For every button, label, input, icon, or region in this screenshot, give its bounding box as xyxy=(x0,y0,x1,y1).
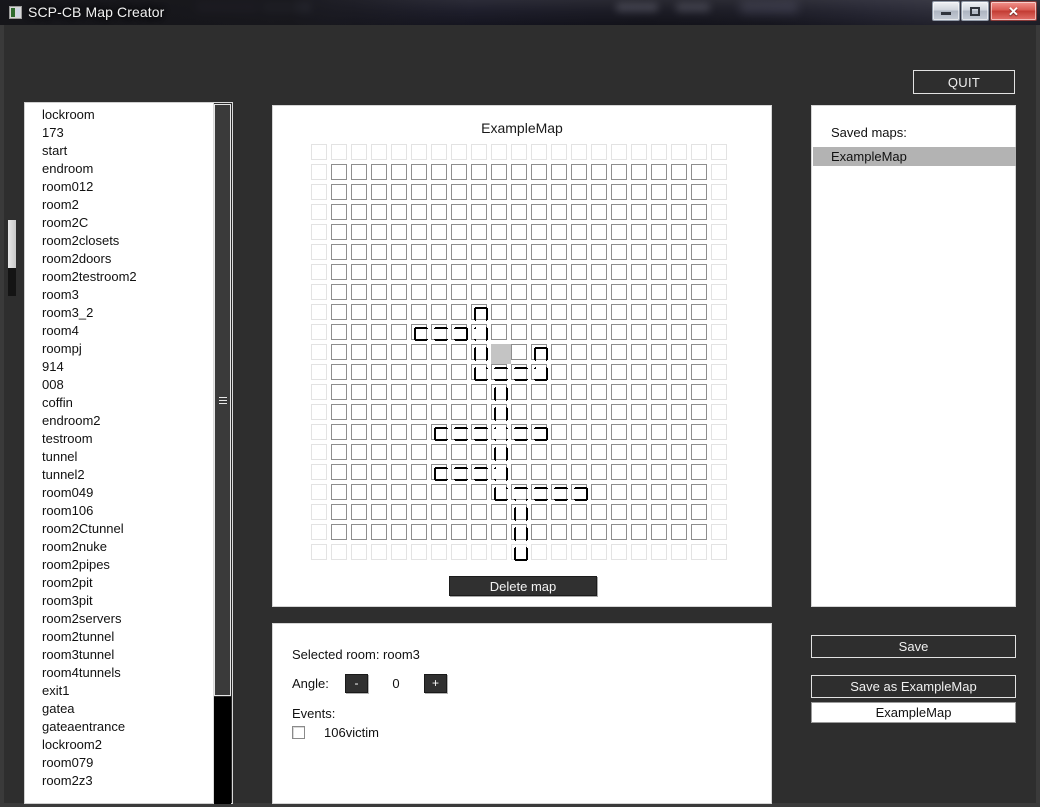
map-panel: ExampleMap Delete map xyxy=(272,105,772,607)
room-list-panel[interactable]: lockroom 173 start endroom room012 room2 room2… xyxy=(24,102,219,804)
window-controls: ✕ xyxy=(931,1,1037,21)
close-button[interactable]: ✕ xyxy=(990,1,1037,21)
window-title: SCP-CB Map Creator xyxy=(28,4,165,20)
room-list-item[interactable]: 914 xyxy=(25,358,218,376)
maximize-icon xyxy=(970,6,980,16)
room-list-item[interactable]: exit1 xyxy=(25,682,218,700)
room-list-item[interactable]: room4 xyxy=(25,322,218,340)
room-list-item[interactable]: room2Ctunnel xyxy=(25,520,218,538)
room-list-item[interactable]: room3 xyxy=(25,286,218,304)
room-list-item[interactable]: lockroom xyxy=(25,106,218,124)
room-list-item[interactable]: room2pit xyxy=(25,574,218,592)
room-list-item[interactable]: room049 xyxy=(25,484,218,502)
map-grid[interactable] xyxy=(311,144,731,564)
room-list-item[interactable]: room2 xyxy=(25,196,218,214)
window-client-area: QUIT lockroom 173 start endroom room012 room2… xyxy=(4,25,1036,804)
room-list-item[interactable]: start xyxy=(25,142,218,160)
room-list-item[interactable]: room3_2 xyxy=(25,304,218,322)
room-list-item[interactable]: room2C xyxy=(25,214,218,232)
save-as-button[interactable]: Save as ExampleMap xyxy=(811,675,1016,698)
window-title-bar[interactable]: SCP-CB Map Creator ✕ xyxy=(0,0,1040,25)
delete-map-button[interactable]: Delete map xyxy=(449,576,597,596)
room-details-panel: Selected room: room3 Angle: - 0 + Events… xyxy=(272,623,772,804)
room-list-item[interactable]: room2servers xyxy=(25,610,218,628)
angle-label: Angle: xyxy=(292,675,329,691)
room-list-item[interactable]: tunnel xyxy=(25,448,218,466)
room-list-item[interactable]: room2z3 xyxy=(25,772,218,790)
room-list-item[interactable]: gatea xyxy=(25,700,218,718)
room-list-item[interactable]: endroom2 xyxy=(25,412,218,430)
room-list-item[interactable]: endroom xyxy=(25,160,218,178)
room-list-item[interactable]: room079 xyxy=(25,754,218,772)
left-edge-scroll-sliver[interactable] xyxy=(8,220,16,268)
scrollbar-grip-icon xyxy=(219,397,227,406)
room-list-item[interactable]: room4tunnels xyxy=(25,664,218,682)
selected-room-label: Selected room: room3 xyxy=(292,647,420,662)
event-row: 106victim xyxy=(292,725,379,740)
room-list-item[interactable]: gateaentrance xyxy=(25,718,218,736)
saved-map-item[interactable]: ExampleMap xyxy=(813,147,1016,166)
left-edge-scroll-track[interactable] xyxy=(8,268,16,296)
room-list-item[interactable]: room3pit xyxy=(25,592,218,610)
room-list: lockroom 173 start endroom room012 room2 room2… xyxy=(25,106,218,790)
minimize-icon xyxy=(941,12,951,15)
room-list-item[interactable]: room2closets xyxy=(25,232,218,250)
saved-maps-label: Saved maps: xyxy=(831,125,907,140)
room-list-item[interactable]: testroom xyxy=(25,430,218,448)
map-name-input[interactable]: ExampleMap xyxy=(811,702,1016,723)
event-checkbox[interactable] xyxy=(292,726,305,739)
room-list-item[interactable]: room2testroom2 xyxy=(25,268,218,286)
angle-increment-button[interactable]: + xyxy=(424,673,447,693)
angle-value: 0 xyxy=(392,675,400,691)
maximize-button[interactable] xyxy=(961,1,989,21)
map-title: ExampleMap xyxy=(481,120,563,136)
room-list-item[interactable]: roompj xyxy=(25,340,218,358)
event-label: 106victim xyxy=(324,725,379,740)
app-icon xyxy=(9,6,22,19)
room-list-item[interactable]: 008 xyxy=(25,376,218,394)
angle-control-row: Angle: - 0 + xyxy=(292,673,447,693)
room-list-item[interactable]: coffin xyxy=(25,394,218,412)
save-button[interactable]: Save xyxy=(811,635,1016,658)
application-window: SCP-CB Map Creator ✕ QUIT lockroom 173 sta… xyxy=(0,0,1040,807)
room-list-item[interactable]: room2pipes xyxy=(25,556,218,574)
events-label: Events: xyxy=(292,706,336,721)
minimize-button[interactable] xyxy=(932,1,960,21)
room-list-item[interactable]: 173 xyxy=(25,124,218,142)
close-icon: ✕ xyxy=(1008,3,1019,19)
room-list-item[interactable]: tunnel2 xyxy=(25,466,218,484)
room-list-items: lockroom 173 start endroom room012 room2 room2… xyxy=(25,106,218,790)
room-list-item[interactable]: room106 xyxy=(25,502,218,520)
room-list-item[interactable]: room2tunnel xyxy=(25,628,218,646)
room-list-item[interactable]: room2nuke xyxy=(25,538,218,556)
map-rooms-layer xyxy=(414,307,588,561)
angle-decrement-button[interactable]: - xyxy=(345,673,368,693)
quit-button[interactable]: QUIT xyxy=(913,70,1015,94)
room-list-scrollbar-track-lower[interactable] xyxy=(214,697,231,804)
room-list-item[interactable]: room012 xyxy=(25,178,218,196)
room-list-item[interactable]: room2doors xyxy=(25,250,218,268)
room-list-item[interactable]: lockroom2 xyxy=(25,736,218,754)
window-body: QUIT lockroom 173 start endroom room012 room2… xyxy=(0,25,1040,807)
saved-maps-panel: Saved maps: ExampleMap xyxy=(811,105,1016,607)
room-list-item[interactable]: room3tunnel xyxy=(25,646,218,664)
